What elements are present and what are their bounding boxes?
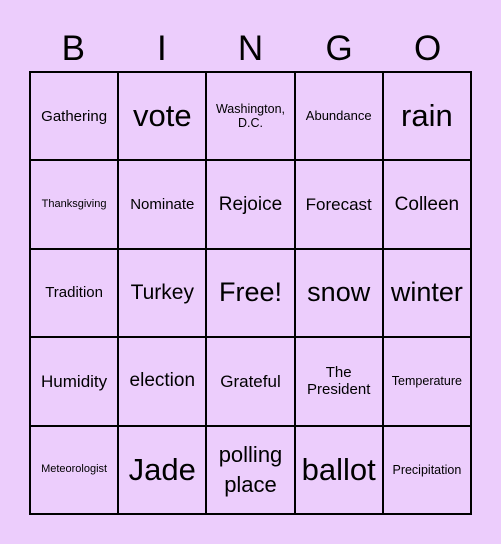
bingo-cell[interactable]: Tradition [30, 248, 119, 338]
bingo-cell[interactable]: Temperature [382, 337, 471, 426]
bingo-cell[interactable]: ballot [294, 425, 383, 514]
header-letter-o: O [414, 29, 442, 68]
bingo-cell[interactable]: Thanksgiving [30, 160, 119, 249]
bingo-cell[interactable]: Humidity [30, 337, 119, 426]
header-letter-b: B [61, 29, 85, 68]
bingo-cell[interactable]: election [118, 337, 207, 426]
free-space-cell[interactable]: Free! [206, 248, 295, 338]
bingo-cell[interactable]: snow [294, 248, 383, 338]
bingo-header: B I N G O [29, 26, 472, 72]
bingo-cell[interactable]: Grateful [206, 337, 295, 426]
header-letter-g: G [325, 29, 353, 68]
bingo-cell[interactable]: Colleen [382, 160, 471, 249]
header-letter-i: I [157, 29, 167, 68]
bingo-grid: Gathering vote Washington, D.C. Abundanc… [29, 71, 472, 515]
bingo-cell[interactable]: Precipitation [382, 425, 471, 514]
bingo-cell[interactable]: Turkey [118, 248, 207, 338]
bingo-cell[interactable]: Nominate [118, 160, 207, 249]
bingo-cell[interactable]: Meteorologist [30, 425, 119, 514]
bingo-cell[interactable]: vote [118, 72, 207, 161]
bingo-cell[interactable]: The President [294, 337, 383, 426]
header-letter-n: N [237, 29, 264, 68]
bingo-cell[interactable]: winter [382, 248, 471, 338]
bingo-cell[interactable]: polling place [206, 425, 295, 514]
bingo-cell[interactable]: Jade [118, 425, 207, 514]
bingo-cell[interactable]: Forecast [294, 160, 383, 249]
bingo-cell[interactable]: Washington, D.C. [206, 72, 295, 161]
bingo-cell[interactable]: Rejoice [206, 160, 295, 249]
bingo-cell[interactable]: Abundance [294, 72, 383, 161]
bingo-cell[interactable]: rain [382, 72, 471, 161]
bingo-cell[interactable]: Gathering [30, 72, 119, 161]
